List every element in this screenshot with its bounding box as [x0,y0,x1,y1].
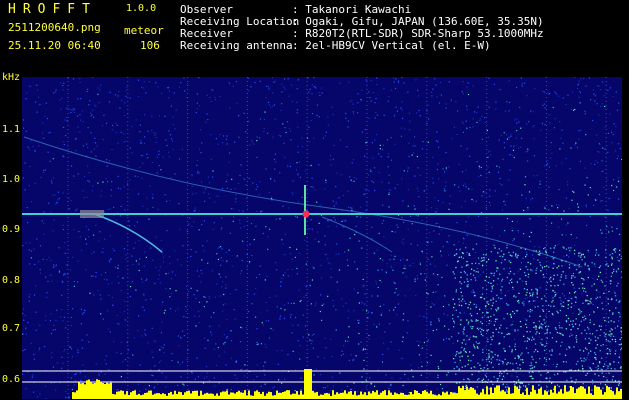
datetime: 25.11.20 06:40 [8,39,101,52]
y-axis-unit: kHz [2,72,21,83]
time-grid [67,77,607,399]
app-version: 1.0.0 [126,3,157,14]
meteor-count: 106 [140,39,160,52]
header-panel: HROFFT 1.0.0 2511200640.png meteor 25.11… [0,0,629,72]
meteor-trace [23,136,583,268]
y-tick-label: 1.1 [2,124,21,135]
app-title: HROFFT [8,2,97,17]
meteor-trace [321,216,393,253]
y-tick-label: 0.7 [2,323,21,334]
meteor-burst [304,185,306,235]
y-tick-label: 1.0 [2,174,21,185]
y-tick-label: 0.9 [2,224,21,235]
spectrogram-plot [22,77,622,399]
meteor-hot-spot [302,210,310,218]
spectrum-bars [72,369,622,399]
y-tick-label: 0.6 [2,374,21,385]
meteor-label: meteor [124,24,164,37]
filename: 2511200640.png [8,21,101,34]
y-tick-label: 0.8 [2,275,21,286]
spectrogram-canvas [22,77,622,399]
carrier-blob [80,210,104,218]
carrier-line [22,213,622,215]
info-row-antenna: Receiving antenna: 2el-HB9CV Vertical (e… [180,39,491,52]
station-info: Observer: Takanori Kawachi Receiving Loc… [180,4,544,52]
noise-field [22,77,622,399]
